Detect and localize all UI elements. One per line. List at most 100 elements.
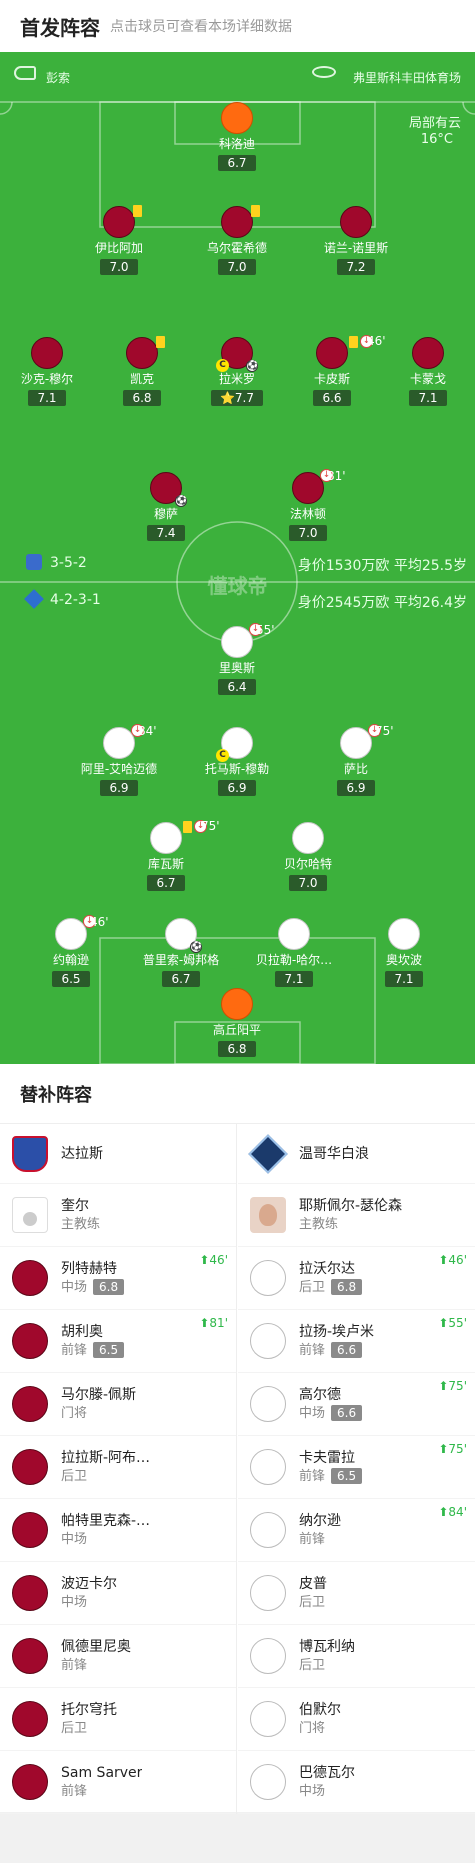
sub-in-minute: ⬆46' — [199, 1253, 228, 1267]
player-name: 库瓦斯 — [147, 857, 184, 871]
player-shirt-icon — [250, 1575, 286, 1611]
player-shirt-icon — [126, 336, 165, 369]
list-item[interactable]: 伯默尔 门将 — [238, 1688, 475, 1751]
list-item[interactable]: 博瓦利纳 后卫 — [238, 1625, 475, 1688]
list-item[interactable]: 纳尔逊 前锋 ⬆84' — [238, 1499, 475, 1562]
list-item[interactable]: 胡利奥 前锋 6.5 ⬆81' — [0, 1310, 236, 1373]
player-home-fwd-1[interactable]: ⚽ 穆萨 7.4 — [111, 472, 221, 541]
bench-player-position: 前锋 — [299, 1532, 326, 1547]
sub-minute: 81' — [327, 469, 346, 483]
bench-player-name: 卡夫雷拉 — [299, 1450, 355, 1466]
bench-player-position: 中场 — [299, 1406, 326, 1421]
list-item[interactable]: 列特赫特 中场 6.8 ⬆46' — [0, 1247, 236, 1310]
list-item[interactable]: 托尔穹托 后卫 — [0, 1688, 236, 1751]
bench-player-name: 博瓦利纳 — [299, 1639, 355, 1655]
away-team-row[interactable]: 温哥华白浪 — [238, 1124, 475, 1184]
list-item[interactable]: 卡夫雷拉 前锋 6.5 ⬆75' — [238, 1436, 475, 1499]
bench-player-name: 波迈卡尔 — [61, 1576, 117, 1592]
sub-minute: 75' — [201, 819, 220, 833]
list-item[interactable]: 马尔滕-佩斯 门将 — [0, 1373, 236, 1436]
list-item[interactable]: Sam Sarver 前锋 — [0, 1751, 236, 1814]
player-rating: 6.7 — [147, 875, 185, 891]
player-name: 卡皮斯 — [313, 372, 350, 386]
player-home-fwd-2[interactable]: ↓ 81' 法林顿 7.0 — [253, 469, 363, 541]
player-rating: ⭐7.7 — [210, 390, 264, 406]
bench-player-name: 皮普 — [299, 1576, 327, 1592]
player-rating: 6.9 — [218, 780, 256, 796]
sub-minute: 55' — [256, 623, 275, 637]
bench-section: 替补阵容 达拉斯 奎尔 主教练 列特赫特 中场 6.8 ⬆46' 胡利奥 前锋 6.5 … — [0, 1064, 475, 1814]
player-away-def-1[interactable]: ↓ 46' 约翰逊 6.5 — [16, 915, 126, 987]
player-shirt-icon — [250, 1449, 286, 1485]
away-coach-row[interactable]: 耶斯佩尔-瑟伦森 主教练 — [238, 1184, 475, 1247]
player-shirt-icon — [221, 988, 253, 1020]
yellow-card-icon — [183, 821, 192, 833]
lineup-header: 首发阵容 点击球员可查看本场详细数据 — [0, 0, 475, 52]
home-bench-column: 达拉斯 奎尔 主教练 列特赫特 中场 6.8 ⬆46' 胡利奥 前锋 6.5 ⬆81' … — [0, 1124, 237, 1814]
bench-player-position: 后卫 — [61, 1469, 88, 1484]
bench-player-name: 胡利奥 — [61, 1324, 103, 1340]
coach-name: 耶斯佩尔-瑟伦森 — [299, 1198, 403, 1214]
list-item[interactable]: 皮普 后卫 — [238, 1562, 475, 1625]
home-team-row[interactable]: 达拉斯 — [0, 1124, 236, 1184]
bench-player-position: 前锋 — [299, 1343, 326, 1358]
sub-in-icon: ⬆ — [438, 1505, 449, 1519]
player-shirt-icon: ↓ 75' — [340, 724, 394, 759]
player-away-fwd[interactable]: ↓ 55' 里奥斯 6.4 — [182, 623, 292, 695]
vancouver-logo-icon — [248, 1133, 288, 1174]
player-rating: 6.9 — [337, 780, 375, 796]
player-home-def-3[interactable]: 诺兰-诺里斯 7.2 — [301, 206, 411, 275]
player-home-mid-3[interactable]: C ⚽ 拉米罗 ⭐7.7 — [182, 337, 292, 406]
weather-text: 局部有云 — [408, 116, 461, 131]
page-subtitle: 点击球员可查看本场详细数据 — [110, 19, 292, 35]
assist-icon: ⚽ — [246, 360, 259, 372]
player-away-def-2[interactable]: ⚽ 普里索-姆邦格 6.7 — [126, 918, 236, 987]
player-shirt-icon — [250, 1260, 286, 1296]
player-home-mid-5[interactable]: 卡蒙戈 7.1 — [373, 337, 475, 406]
goal-icon: ⚽ — [175, 495, 188, 507]
player-shirt-icon — [103, 205, 142, 238]
player-home-def-1[interactable]: 伊比阿加 7.0 — [64, 205, 174, 275]
home-coach-row[interactable]: 奎尔 主教练 — [0, 1184, 236, 1247]
bench-player-name: 纳尔逊 — [299, 1513, 341, 1529]
player-rating: 7.0 — [289, 525, 327, 541]
home-formation: 3-5-2 — [50, 555, 87, 571]
player-home-mid-4[interactable]: ↓ 46' 卡皮斯 6.6 — [277, 334, 387, 406]
player-home-gk[interactable]: 科洛迪 6.7 — [182, 102, 292, 171]
player-rating: 7.1 — [409, 390, 447, 406]
player-away-def-4[interactable]: 奥坎波 7.1 — [349, 918, 459, 987]
player-home-def-2[interactable]: 乌尔霍希德 7.0 — [182, 205, 292, 275]
player-shirt-icon — [12, 1512, 48, 1548]
player-shirt-icon — [31, 337, 63, 369]
list-item[interactable]: 高尔德 中场 6.6 ⬆75' — [238, 1373, 475, 1436]
list-item[interactable]: 巴德瓦尔 中场 — [238, 1751, 475, 1814]
assist-icon: ⚽ — [190, 941, 203, 953]
list-item[interactable]: 佩德里尼奥 前锋 — [0, 1625, 236, 1688]
bench-player-position: 前锋 — [61, 1658, 88, 1673]
sub-in-minute: ⬆81' — [199, 1316, 228, 1330]
list-item[interactable]: 拉沃尔达 后卫 6.8 ⬆46' — [238, 1247, 475, 1310]
list-item[interactable]: 波迈卡尔 中场 — [0, 1562, 236, 1625]
coach-label: 主教练 — [61, 1217, 101, 1232]
list-item[interactable]: 拉拉斯-阿布… 后卫 — [0, 1436, 236, 1499]
bench-player-position: 前锋 — [61, 1784, 88, 1799]
player-away-dm-2[interactable]: 贝尔哈特 7.0 — [253, 822, 363, 891]
player-away-dm-1[interactable]: ↓ 75' 库瓦斯 6.7 — [111, 819, 221, 891]
player-away-gk[interactable]: 高丘阳平 6.8 — [182, 988, 292, 1057]
player-away-am-3[interactable]: ↓ 75' 萨比 6.9 — [301, 724, 411, 796]
pitch: 彭索 弗里斯科丰田体育场 局部有云 16°C 3-5-2 身价1530万欧 平均… — [0, 52, 475, 1064]
player-rating: 7.1 — [275, 971, 313, 987]
player-away-am-1[interactable]: ↓ 84' 阿里-艾哈迈德 6.9 — [64, 724, 174, 796]
player-away-def-3[interactable]: 贝拉勒-哈尔… 7.1 — [239, 918, 349, 987]
player-rating: 6.8 — [123, 390, 161, 406]
bench-player-name: 巴德瓦尔 — [299, 1765, 355, 1781]
player-home-mid-2[interactable]: 凯克 6.8 — [87, 336, 197, 406]
bench-player-rating: 6.8 — [93, 1279, 125, 1295]
list-item[interactable]: 拉扬-埃卢米 前锋 6.6 ⬆55' — [238, 1310, 475, 1373]
player-rating: 7.0 — [218, 259, 256, 275]
star-icon: ⭐ — [219, 391, 235, 405]
player-shirt-icon — [12, 1449, 48, 1485]
player-shirt-icon: ↓ 81' — [292, 469, 346, 504]
player-away-am-2[interactable]: C 托马斯-穆勒 6.9 — [182, 727, 292, 796]
list-item[interactable]: 帕特里克森-… 中场 — [0, 1499, 236, 1562]
